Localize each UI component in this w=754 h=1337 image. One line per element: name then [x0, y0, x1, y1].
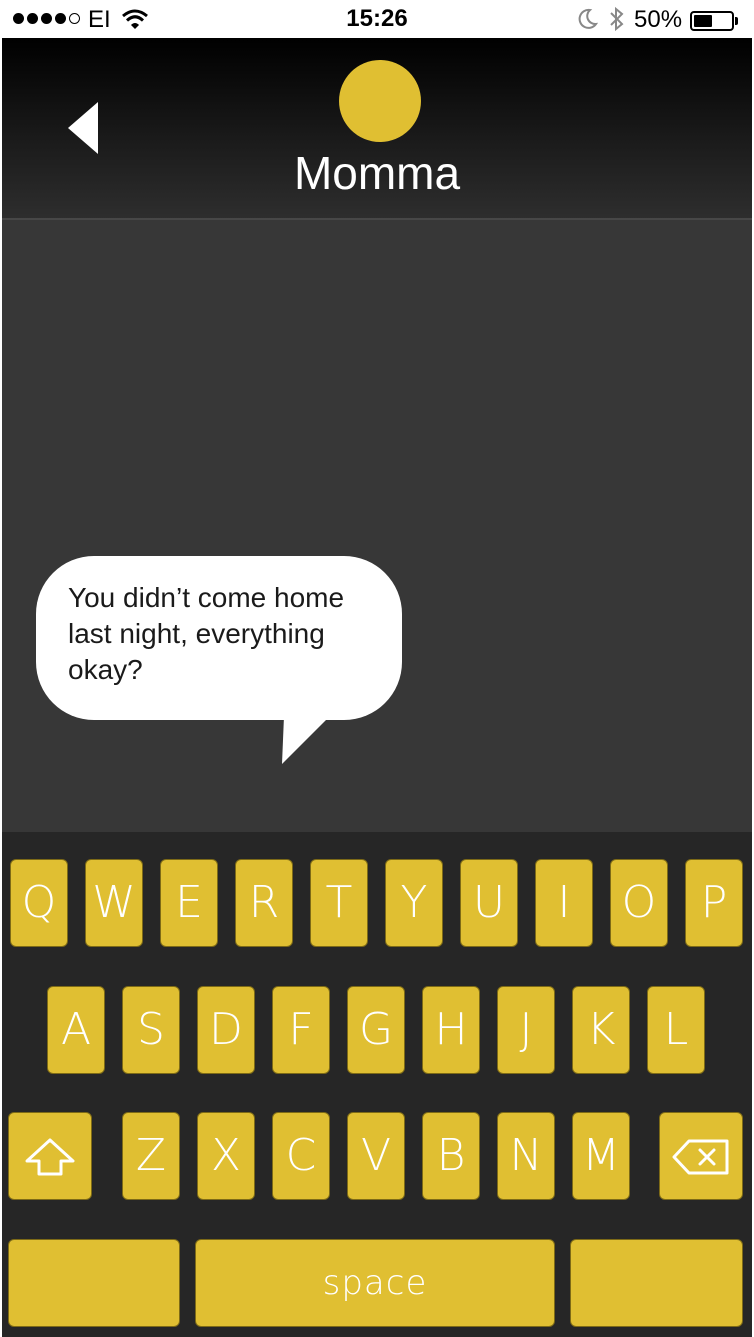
key-label: R: [248, 877, 280, 928]
key-label: D: [209, 1004, 243, 1055]
battery-cap: [735, 17, 738, 25]
key-m[interactable]: M: [572, 1112, 630, 1200]
key-label: T: [325, 877, 353, 928]
key-z[interactable]: Z: [122, 1112, 180, 1200]
key-label: B: [436, 1130, 466, 1181]
bluetooth-icon: [610, 6, 624, 32]
backspace-key[interactable]: [659, 1112, 743, 1200]
contact-name: Momma: [293, 147, 461, 199]
key-label: F: [288, 1004, 314, 1055]
key-label: Y: [400, 877, 428, 928]
key-d[interactable]: D: [197, 986, 255, 1074]
key-x[interactable]: X: [197, 1112, 255, 1200]
space-bar[interactable]: space: [195, 1239, 555, 1327]
chat-header: Momma: [2, 38, 752, 220]
key-label: I: [557, 877, 571, 928]
key-label: Q: [21, 877, 57, 928]
backspace-icon: [672, 1139, 729, 1175]
key-p[interactable]: P: [685, 859, 743, 947]
battery-icon: [690, 11, 734, 31]
space-bar-label: space: [322, 1263, 428, 1303]
battery-fill: [694, 15, 712, 27]
key-label: S: [137, 1004, 165, 1055]
shift-key[interactable]: [8, 1112, 92, 1200]
status-bar: EI 15:26 50%: [0, 0, 754, 38]
shift-arrow-icon: [25, 1138, 75, 1176]
contact-avatar[interactable]: [339, 60, 421, 142]
message-text: You didn’t come home last night, everyth…: [68, 582, 345, 685]
key-c[interactable]: C: [272, 1112, 330, 1200]
key-w[interactable]: W: [85, 859, 143, 947]
key-label: N: [509, 1130, 543, 1181]
key-n[interactable]: N: [497, 1112, 555, 1200]
key-b[interactable]: B: [422, 1112, 480, 1200]
key-label: C: [285, 1130, 317, 1181]
do-not-disturb-moon-icon: [578, 8, 598, 29]
right-function-key[interactable]: [570, 1239, 743, 1327]
key-j[interactable]: J: [497, 986, 555, 1074]
speech-bubble-tail: [282, 716, 330, 764]
key-r[interactable]: R: [235, 859, 293, 947]
key-label: H: [434, 1004, 468, 1055]
left-function-key[interactable]: [8, 1239, 180, 1327]
key-label: W: [92, 877, 136, 928]
key-label: U: [472, 877, 506, 928]
key-label: K: [586, 1004, 616, 1055]
key-s[interactable]: S: [122, 986, 180, 1074]
key-label: A: [60, 1004, 92, 1055]
key-t[interactable]: T: [310, 859, 368, 947]
key-u[interactable]: U: [460, 859, 518, 947]
key-y[interactable]: Y: [385, 859, 443, 947]
key-q[interactable]: Q: [10, 859, 68, 947]
key-h[interactable]: H: [422, 986, 480, 1074]
key-label: M: [582, 1130, 620, 1181]
key-label: Z: [135, 1130, 167, 1181]
message-area[interactable]: You didn’t come home last night, everyth…: [2, 220, 752, 832]
key-e[interactable]: E: [160, 859, 218, 947]
key-label: L: [663, 1004, 689, 1055]
key-k[interactable]: K: [572, 986, 630, 1074]
key-label: G: [358, 1004, 394, 1055]
battery-percentage: 50%: [634, 6, 683, 33]
key-label: E: [175, 877, 203, 928]
key-label: X: [210, 1130, 242, 1181]
keyboard: QWERTYUIOP ASDFGHJ KL ZXCVBNM space: [2, 832, 752, 1337]
key-o[interactable]: O: [610, 859, 668, 947]
key-label: P: [700, 877, 728, 928]
key-label: V: [360, 1130, 392, 1181]
key-label: O: [621, 877, 657, 928]
message-bubble: You didn’t come home last night, everyth…: [36, 556, 402, 720]
key-label: J: [519, 1004, 533, 1055]
key-f[interactable]: F: [272, 986, 330, 1074]
key-v[interactable]: V: [347, 1112, 405, 1200]
key-i[interactable]: I: [535, 859, 593, 947]
key-l[interactable]: L: [647, 986, 705, 1074]
key-a[interactable]: A: [47, 986, 105, 1074]
key-g[interactable]: G: [347, 986, 405, 1074]
